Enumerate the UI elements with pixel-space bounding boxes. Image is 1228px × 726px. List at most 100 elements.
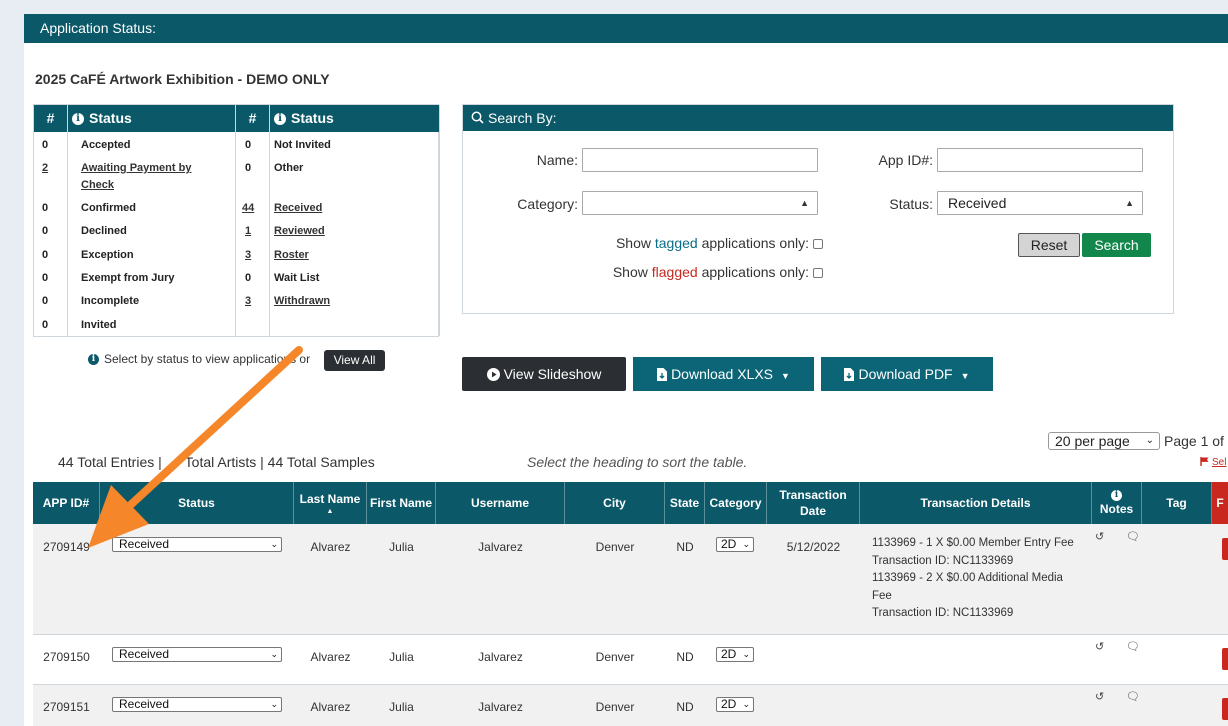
- select-status-note: i Select by status to view applications o…: [88, 352, 310, 366]
- sort-asc-icon: ▲: [326, 507, 334, 515]
- cell-username: Jalvarez: [478, 540, 523, 554]
- th-transaction-details[interactable]: Transaction Details: [860, 482, 1092, 524]
- download-xlsx-button[interactable]: Download XLXS ▼: [633, 357, 814, 391]
- status-label: Incomplete: [81, 295, 140, 307]
- row-status-select[interactable]: Received ⌄: [112, 697, 282, 712]
- view-slideshow-label: View Slideshow: [503, 366, 602, 382]
- status-count-link[interactable]: 2: [42, 162, 48, 174]
- th-username[interactable]: Username: [436, 482, 565, 524]
- cell-first-name: Julia: [389, 650, 414, 664]
- chevron-down-icon: ⌄: [270, 649, 278, 659]
- row-status-select[interactable]: Received ⌄: [112, 647, 282, 662]
- status-summary-table: # i Status # i Status 0 Accepted 2 Awaitin…: [33, 104, 440, 337]
- row-category-value: 2D: [721, 697, 737, 711]
- name-input[interactable]: [582, 148, 818, 172]
- row-status-select[interactable]: Received ⌄: [112, 537, 282, 552]
- select-status-text: Select by status to view applications or: [104, 352, 311, 366]
- category-label: Category:: [517, 196, 578, 212]
- status-count: 0: [42, 249, 49, 261]
- flagged-text-post: applications only:: [697, 264, 809, 280]
- cell-first-name: Julia: [389, 540, 414, 554]
- flagged-text-pre: Show: [612, 264, 652, 280]
- th-state[interactable]: State: [665, 482, 705, 524]
- th-category[interactable]: Category: [705, 482, 767, 524]
- chevron-down-icon: ⌄: [742, 539, 750, 549]
- reset-button[interactable]: Reset: [1018, 233, 1080, 257]
- comment-icon[interactable]: 🗨: [1126, 640, 1140, 653]
- entries-table: APP ID# Status Last Name ▲ First Name Us…: [33, 482, 1228, 726]
- th-transaction-date[interactable]: Transaction Date: [767, 482, 860, 524]
- page-indicator: Page 1 of: [1164, 433, 1224, 449]
- th-tag[interactable]: Tag: [1142, 482, 1212, 524]
- status-label-link[interactable]: Reviewed: [274, 225, 325, 237]
- chevron-down-icon: ⌄: [742, 699, 750, 709]
- chevron-down-icon: ⌄: [270, 539, 278, 549]
- per-page-select[interactable]: 20 per page ⌄: [1048, 432, 1160, 450]
- history-icon[interactable]: ↺: [1095, 640, 1104, 653]
- top-strip: [24, 0, 1228, 14]
- cell-city: Denver: [595, 540, 635, 554]
- th-first-name[interactable]: First Name: [367, 482, 436, 524]
- history-icon[interactable]: ↺: [1095, 530, 1104, 543]
- file-download-icon: [657, 368, 668, 381]
- sort-hint: Select the heading to sort the table.: [527, 454, 748, 470]
- cell-transaction-date: 5/12/2022: [786, 540, 841, 554]
- flag-toggle-button[interactable]: [1222, 538, 1228, 560]
- status-count-link[interactable]: 3: [245, 249, 251, 261]
- row-category-select[interactable]: 2D ⌄: [716, 537, 754, 552]
- status-select[interactable]: Received ▲: [937, 191, 1143, 215]
- transaction-line: 1133969 - 1 X $0.00 Member Entry Fee: [872, 537, 1074, 549]
- status-label: Confirmed: [81, 202, 136, 214]
- status-label-link[interactable]: Check: [81, 179, 114, 191]
- status-count-link[interactable]: 44: [242, 202, 254, 214]
- comment-icon[interactable]: 🗨: [1126, 690, 1140, 703]
- status-label: Exempt from Jury: [81, 272, 175, 284]
- chevron-down-icon: ⌄: [270, 699, 278, 709]
- cell-state: ND: [676, 540, 694, 554]
- download-pdf-button[interactable]: Download PDF ▼: [821, 357, 993, 391]
- per-page-value: 20 per page: [1055, 433, 1130, 449]
- flag-toggle-button[interactable]: [1222, 698, 1228, 720]
- totals-summary: 44 Total Entries | Total Artists | 44 To…: [58, 454, 375, 470]
- status-label-link[interactable]: Roster: [274, 249, 309, 261]
- tagged-checkbox[interactable]: [813, 239, 823, 250]
- page-title: Application Status:: [40, 20, 156, 36]
- th-city[interactable]: City: [565, 482, 665, 524]
- status-count: 0: [42, 319, 49, 331]
- status-count-link[interactable]: 1: [245, 225, 251, 237]
- category-select[interactable]: ▲: [582, 191, 818, 215]
- view-all-button[interactable]: View All: [324, 350, 385, 371]
- application-status-panel: Application Status: 2025 CaFÉ Artwork Ex…: [24, 0, 1228, 726]
- th-app-id[interactable]: APP ID#: [33, 482, 100, 524]
- status-label-link[interactable]: Awaiting Payment by: [81, 162, 191, 174]
- status-label: Accepted: [81, 139, 131, 151]
- app-id-label: App ID#:: [878, 152, 933, 168]
- history-icon[interactable]: ↺: [1095, 690, 1104, 703]
- select-flagged-link[interactable]: Sel: [1200, 457, 1226, 468]
- flag-icon: [1200, 457, 1209, 466]
- status-label-link[interactable]: Received: [274, 202, 322, 214]
- row-category-select[interactable]: 2D ⌄: [716, 697, 754, 712]
- comment-icon[interactable]: 🗨: [1126, 530, 1140, 543]
- app-id-input[interactable]: [937, 148, 1143, 172]
- th-last-name[interactable]: Last Name ▲: [294, 482, 367, 524]
- column-divider: [269, 105, 270, 336]
- cell-username: Jalvarez: [478, 700, 523, 714]
- view-slideshow-button[interactable]: View Slideshow: [462, 357, 626, 391]
- search-button[interactable]: Search: [1082, 233, 1151, 257]
- tagged-text-pre: Show: [615, 235, 655, 251]
- cell-last-name: Alvarez: [310, 700, 351, 714]
- row-category-select[interactable]: 2D ⌄: [716, 647, 754, 662]
- flag-toggle-button[interactable]: [1222, 648, 1228, 670]
- th-notes[interactable]: i Notes: [1092, 482, 1142, 524]
- flagged-checkbox[interactable]: [813, 268, 823, 279]
- status-label: Exception: [81, 249, 134, 261]
- cell-transaction-details: 1133969 - 1 X $0.00 Member Entry Fee Tra…: [872, 535, 1074, 623]
- chevron-down-icon: ⌄: [742, 649, 750, 659]
- status-count-link[interactable]: 3: [245, 295, 251, 307]
- info-icon: i: [88, 354, 99, 366]
- status-label-link[interactable]: Withdrawn: [274, 295, 330, 307]
- table-row: 2709149 Received ⌄ Alvarez Julia Jalvarez…: [33, 524, 1228, 635]
- th-status[interactable]: Status: [100, 482, 294, 524]
- th-flag[interactable]: F: [1212, 482, 1228, 524]
